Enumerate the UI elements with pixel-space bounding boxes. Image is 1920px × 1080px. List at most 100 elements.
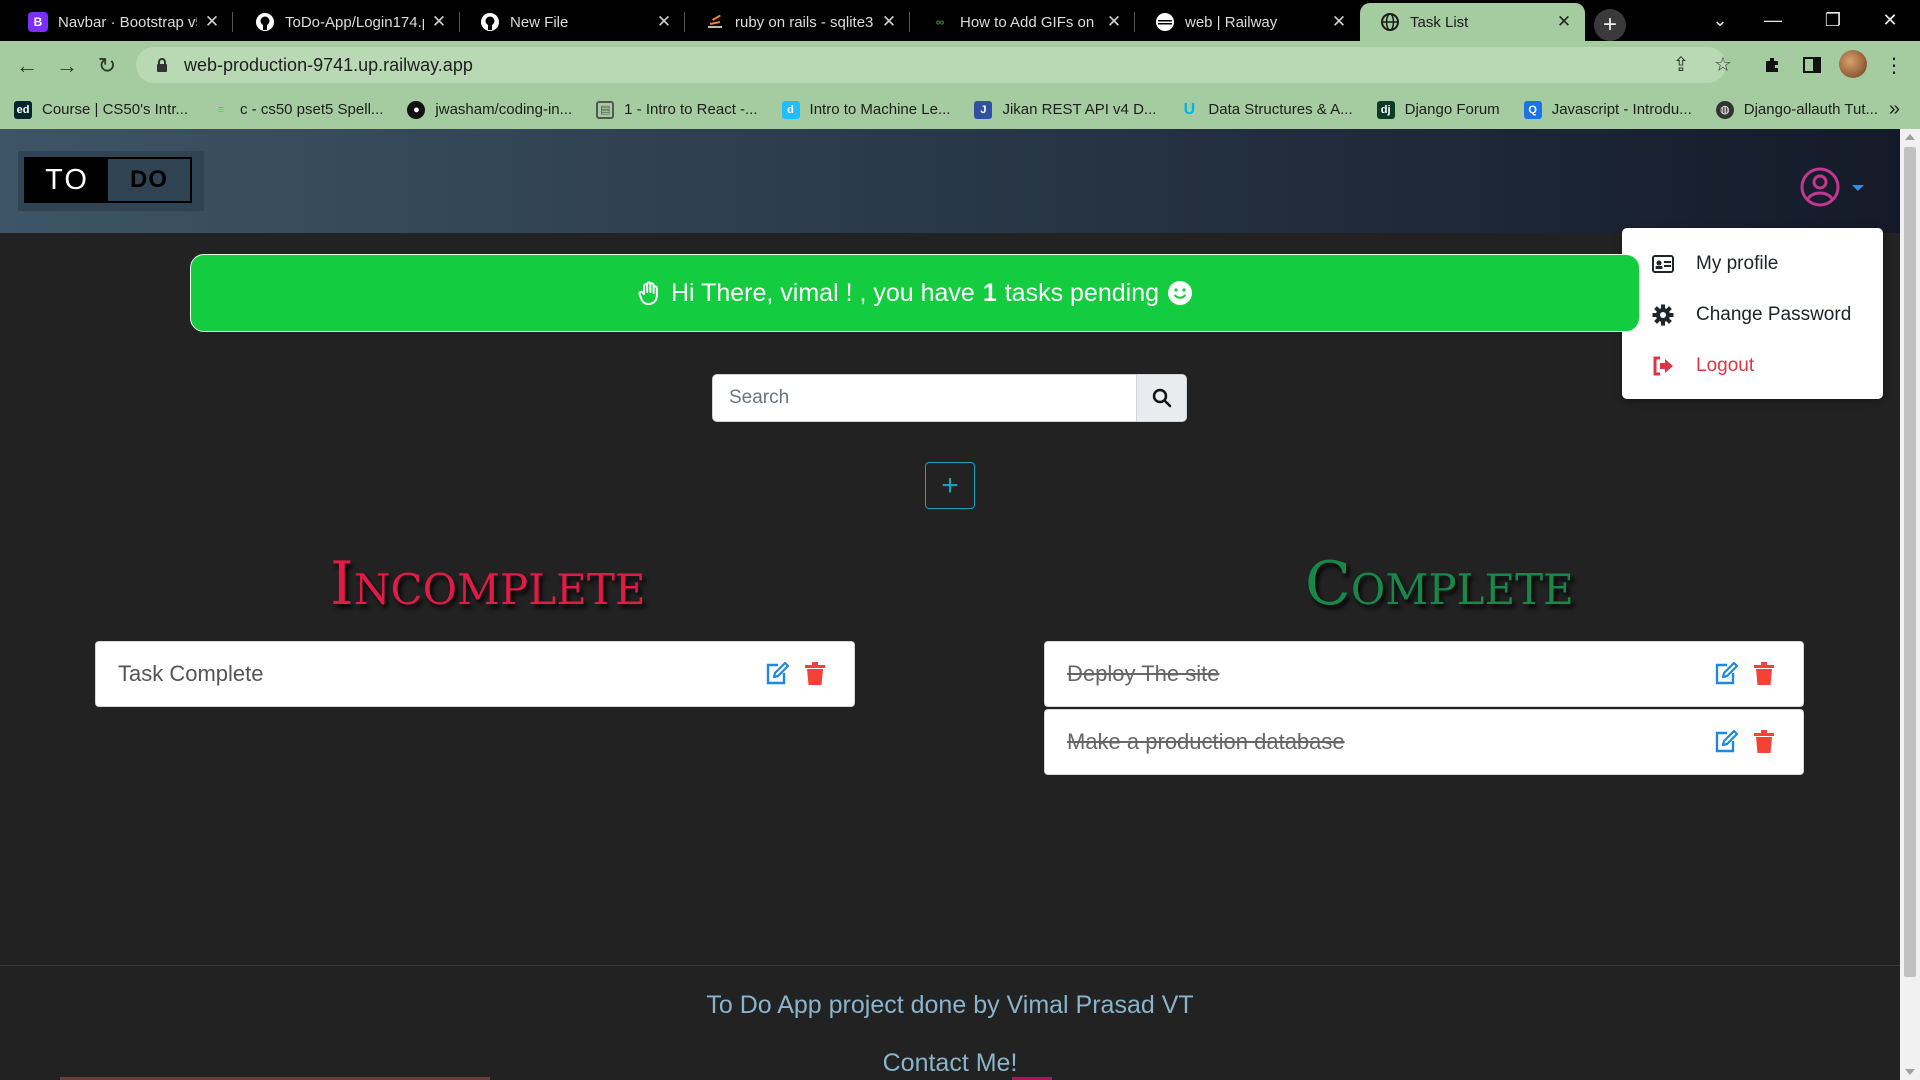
bookmark-star-icon[interactable]: ☆ — [1708, 49, 1738, 79]
site-navbar: TO DO — [0, 129, 1900, 233]
smile-icon — [1168, 281, 1193, 305]
tab-title: New File — [510, 13, 569, 31]
close-tab-icon[interactable]: ✕ — [1105, 12, 1123, 32]
trash-icon[interactable] — [804, 662, 826, 686]
greeting-prefix: Hi There, vimal ! , you have — [670, 278, 975, 307]
bookmark-label: Intro to Machine Le... — [809, 101, 951, 118]
close-tab-icon[interactable]: ✕ — [880, 12, 898, 32]
browser-tab[interactable]: ToDo-App/Login174.p ✕ — [235, 3, 460, 41]
brand-do: DO — [108, 159, 190, 201]
contact-link[interactable]: Contact Me! — [0, 1049, 1900, 1078]
django-icon: dj — [1376, 100, 1395, 119]
github-icon — [255, 12, 275, 32]
menu-item-label: My profile — [1696, 252, 1779, 274]
bookmark-label: Javascript - Introdu... — [1551, 101, 1692, 118]
greeting-suffix: tasks pending — [1004, 278, 1160, 307]
user-circle-icon[interactable] — [1800, 167, 1840, 207]
bookmark-item[interactable]: ≡ c - cs50 pset5 Spell... — [212, 101, 384, 119]
chrome-menu-icon[interactable]: ⋮ — [1878, 49, 1910, 81]
bookmark-item[interactable]: ◍ Django-allauth Tut... — [1715, 100, 1878, 119]
railway-icon — [1155, 12, 1175, 32]
search-button[interactable] — [1137, 374, 1187, 422]
bookmark-item[interactable]: dj Django Forum — [1376, 100, 1500, 119]
globe-icon — [1380, 12, 1400, 32]
gear-icon — [1652, 304, 1674, 326]
add-task-button[interactable]: + — [925, 462, 975, 509]
bookmark-item[interactable]: d Intro to Machine Le... — [781, 100, 951, 119]
stackoverflow-icon: ≡ — [217, 103, 225, 116]
scroll-up-icon[interactable] — [1905, 134, 1915, 140]
bookmark-item[interactable]: Q Javascript - Introdu... — [1523, 100, 1692, 119]
task-title[interactable]: Task Complete — [118, 661, 764, 687]
d-icon: d — [781, 100, 800, 119]
complete-heading: Complete — [1305, 549, 1574, 619]
bookmark-item[interactable]: ● jwasham/coding-in... — [407, 100, 572, 119]
share-icon[interactable]: ⇪ — [1666, 49, 1696, 79]
browser-toolbar: ← → ↻ web-production-9741.up.railway.app… — [0, 41, 1920, 90]
globe-icon: ◍ — [1715, 100, 1734, 119]
task-title[interactable]: Deploy The site — [1067, 661, 1713, 687]
scrollbar-thumb[interactable] — [1904, 147, 1916, 977]
browser-tab[interactable]: B Navbar · Bootstrap v5 ✕ — [8, 3, 233, 41]
bookmarks-overflow-icon[interactable]: » — [1889, 98, 1900, 121]
user-dropdown-menu: My profile Change Password Logout — [1622, 228, 1883, 399]
user-dropdown-caret-icon[interactable] — [1852, 185, 1864, 191]
reload-icon[interactable]: ↻ — [90, 49, 124, 83]
bookmarks-bar: ed Course | CS50's Intr... ≡ c - cs50 pset… — [0, 90, 1920, 129]
close-window-icon[interactable]: ✕ — [1862, 0, 1918, 41]
extensions-icon[interactable] — [1756, 49, 1788, 81]
search-input[interactable] — [712, 374, 1137, 422]
restore-icon[interactable]: ❐ — [1805, 0, 1861, 41]
close-tab-icon[interactable]: ✕ — [1330, 12, 1348, 32]
minimize-icon[interactable]: — — [1745, 0, 1801, 41]
brand-logo[interactable]: TO DO — [18, 151, 204, 211]
bookmark-item[interactable]: ed Course | CS50's Intr... — [14, 100, 188, 119]
tab-title: How to Add GIFs on R — [960, 13, 1099, 31]
close-tab-icon[interactable]: ✕ — [203, 12, 221, 32]
close-tab-icon[interactable]: ✕ — [1555, 12, 1573, 32]
edit-icon[interactable] — [1713, 661, 1739, 687]
task-title[interactable]: Make a production database — [1067, 729, 1713, 755]
pending-tasks-alert: Hi There, vimal ! , you have 1 tasks pen… — [190, 254, 1640, 332]
tab-title: ToDo-App/Login174.p — [285, 13, 424, 31]
gfg-icon: ∞ — [935, 15, 945, 29]
menu-item-my-profile[interactable]: My profile — [1622, 238, 1883, 289]
stackoverflow-icon — [705, 12, 725, 32]
bookmark-item[interactable]: U Data Structures & A... — [1180, 101, 1353, 119]
forward-icon[interactable]: → — [50, 49, 84, 83]
bookmark-item[interactable]: ▤ 1 - Intro to React -... — [596, 100, 758, 119]
bookmark-item[interactable]: J Jikan REST API v4 D... — [974, 100, 1156, 119]
page-scrollbar[interactable] — [1900, 129, 1920, 1080]
id-card-icon — [1652, 253, 1674, 275]
menu-item-change-password[interactable]: Change Password — [1622, 289, 1883, 340]
edit-icon[interactable] — [1713, 729, 1739, 755]
back-icon[interactable]: ← — [10, 49, 44, 83]
browser-tab[interactable]: ∞ How to Add GIFs on R ✕ — [910, 3, 1135, 41]
close-tab-icon[interactable]: ✕ — [430, 12, 448, 32]
tab-search-chevron-icon[interactable]: ⌄ — [1692, 0, 1748, 41]
tab-title: web | Railway — [1185, 13, 1278, 31]
browser-tab-strip: B Navbar · Bootstrap v5 ✕ ToDo-App/Login… — [0, 0, 1920, 41]
scroll-down-icon[interactable] — [1905, 1069, 1915, 1075]
page-viewport: TO DO My profile Change Password Logout … — [0, 129, 1900, 1080]
close-tab-icon[interactable]: ✕ — [655, 12, 673, 32]
trash-icon[interactable] — [1753, 662, 1775, 686]
profile-avatar[interactable] — [1839, 50, 1867, 78]
bootstrap-icon: B — [28, 12, 48, 32]
jikan-icon: J — [974, 100, 993, 119]
tab-title: Navbar · Bootstrap v5 — [58, 13, 197, 31]
edit-icon[interactable] — [764, 661, 790, 687]
browser-tab[interactable]: web | Railway ✕ — [1135, 3, 1360, 41]
sign-out-icon — [1652, 355, 1674, 377]
menu-item-label: Change Password — [1696, 303, 1852, 325]
address-bar[interactable]: web-production-9741.up.railway.app — [136, 47, 1726, 83]
lock-icon — [157, 58, 167, 72]
browser-tab-active[interactable]: Task List ✕ — [1360, 3, 1585, 41]
browser-tab[interactable]: ruby on rails - sqlite3 ✕ — [685, 3, 910, 41]
trash-icon[interactable] — [1753, 730, 1775, 754]
new-tab-button[interactable]: + — [1594, 9, 1626, 41]
browser-tab[interactable]: New File ✕ — [460, 3, 685, 41]
side-panel-icon[interactable] — [1796, 49, 1828, 81]
menu-item-logout[interactable]: Logout — [1622, 340, 1883, 391]
pending-count: 1 — [982, 278, 997, 307]
